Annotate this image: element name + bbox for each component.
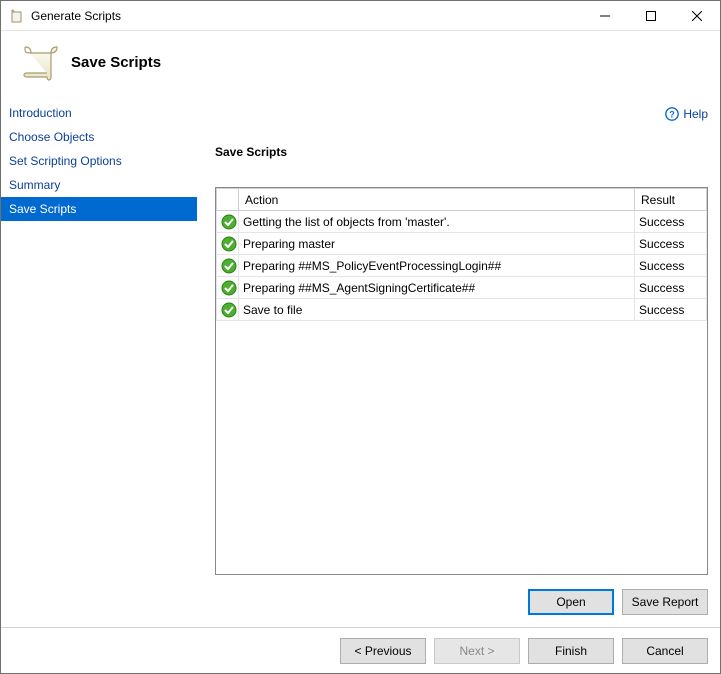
wizard-footer: < Previous Next > Finish Cancel xyxy=(1,627,720,673)
sidebar-item-introduction[interactable]: Introduction xyxy=(1,101,197,125)
minimize-button[interactable] xyxy=(582,1,628,31)
main-panel: ? Help Save Scripts Action Result xyxy=(197,101,720,615)
action-cell: Getting the list of objects from 'master… xyxy=(239,211,635,233)
action-cell: Save to file xyxy=(239,299,635,321)
help-icon: ? xyxy=(665,107,679,121)
success-icon xyxy=(221,236,234,252)
minimize-icon xyxy=(600,11,610,21)
section-title: Save Scripts xyxy=(215,145,708,159)
finish-button[interactable]: Finish xyxy=(528,638,614,664)
result-cell: Success xyxy=(635,211,707,233)
open-button[interactable]: Open xyxy=(528,589,614,615)
cancel-button[interactable]: Cancel xyxy=(622,638,708,664)
titlebar: Generate Scripts xyxy=(1,1,720,31)
close-icon xyxy=(692,11,702,21)
wizard-sidebar: IntroductionChoose ObjectsSet Scripting … xyxy=(1,101,197,615)
col-header-status[interactable] xyxy=(217,189,239,211)
app-icon xyxy=(9,8,25,24)
generate-scripts-window: Generate Scripts Save Scripts Introducti… xyxy=(0,0,721,674)
table-row[interactable]: Preparing masterSuccess xyxy=(217,233,707,255)
close-button[interactable] xyxy=(674,1,720,31)
next-button: Next > xyxy=(434,638,520,664)
result-cell: Success xyxy=(635,255,707,277)
sidebar-item-choose-objects[interactable]: Choose Objects xyxy=(1,125,197,149)
previous-button[interactable]: < Previous xyxy=(340,638,426,664)
col-header-result[interactable]: Result xyxy=(635,189,707,211)
success-icon xyxy=(221,280,234,296)
maximize-icon xyxy=(646,11,656,21)
action-cell: Preparing ##MS_AgentSigningCertificate## xyxy=(239,277,635,299)
save-report-button[interactable]: Save Report xyxy=(622,589,708,615)
table-row[interactable]: Preparing ##MS_PolicyEventProcessingLogi… xyxy=(217,255,707,277)
sidebar-item-summary[interactable]: Summary xyxy=(1,173,197,197)
status-cell xyxy=(217,211,239,233)
result-cell: Success xyxy=(635,233,707,255)
page-title: Save Scripts xyxy=(71,54,161,71)
table-row[interactable]: Preparing ##MS_AgentSigningCertificate##… xyxy=(217,277,707,299)
results-grid: Action Result Getting the list of object… xyxy=(215,187,708,575)
col-header-action[interactable]: Action xyxy=(239,189,635,211)
table-row[interactable]: Save to fileSuccess xyxy=(217,299,707,321)
header: Save Scripts xyxy=(1,31,720,101)
action-cell: Preparing master xyxy=(239,233,635,255)
success-icon xyxy=(221,214,234,230)
window-title: Generate Scripts xyxy=(31,9,121,23)
success-icon xyxy=(221,258,234,274)
status-cell xyxy=(217,233,239,255)
svg-text:?: ? xyxy=(670,110,676,120)
table-row[interactable]: Getting the list of objects from 'master… xyxy=(217,211,707,233)
action-cell: Preparing ##MS_PolicyEventProcessingLogi… xyxy=(239,255,635,277)
script-scroll-icon xyxy=(17,41,59,83)
result-cell: Success xyxy=(635,299,707,321)
sidebar-item-set-scripting-options[interactable]: Set Scripting Options xyxy=(1,149,197,173)
status-cell xyxy=(217,255,239,277)
maximize-button[interactable] xyxy=(628,1,674,31)
status-cell xyxy=(217,299,239,321)
help-link[interactable]: ? Help xyxy=(665,107,708,121)
status-cell xyxy=(217,277,239,299)
result-cell: Success xyxy=(635,277,707,299)
success-icon xyxy=(221,302,234,318)
sidebar-item-save-scripts[interactable]: Save Scripts xyxy=(1,197,197,221)
help-label: Help xyxy=(683,107,708,121)
